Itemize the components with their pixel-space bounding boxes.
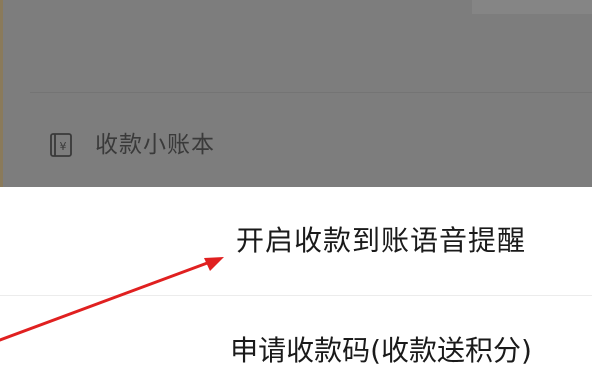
ledger-list-item[interactable]: ¥ 收款小账本 (0, 120, 592, 170)
dimmed-background[interactable]: ¥ 收款小账本 (0, 0, 592, 187)
enable-voice-alert-option[interactable]: 开启收款到账语音提醒 (0, 221, 592, 261)
ledger-yen-icon: ¥ (48, 132, 74, 158)
ledger-item-label: 收款小账本 (95, 132, 215, 158)
apply-payment-code-option[interactable]: 申请收款码(收款送积分) (0, 331, 592, 371)
action-sheet: 开启收款到账语音提醒 申请收款码(收款送积分) (0, 187, 592, 374)
background-top-strip (472, 0, 592, 14)
sheet-divider (0, 295, 592, 296)
svg-text:¥: ¥ (60, 140, 67, 153)
background-divider (30, 92, 592, 93)
